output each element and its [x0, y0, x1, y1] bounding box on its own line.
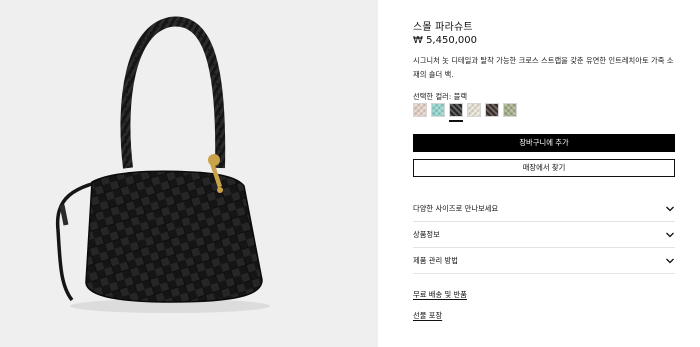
gift-wrap-link[interactable]: 선물 포장: [413, 311, 442, 321]
accordion-label: 제품 관리 방법: [413, 255, 458, 265]
swatch-mint[interactable]: [431, 103, 445, 117]
color-swatches: [413, 103, 675, 123]
accordion-label: 상품정보: [413, 229, 440, 239]
selected-color-label: 선택한 컬러: 블랙: [413, 92, 468, 101]
accordion-care[interactable]: 제품 관리 방법: [413, 248, 675, 274]
accordion-sizes[interactable]: 다양한 사이즈로 만나보세요: [413, 196, 675, 222]
add-to-cart-button[interactable]: 장바구니에 추가: [413, 134, 675, 152]
swatch-olive[interactable]: [503, 103, 517, 117]
chevron-down-icon: [665, 256, 675, 266]
swatch-pink-beige[interactable]: [413, 103, 427, 117]
chevron-down-icon: [665, 230, 675, 240]
swatch-dark-brown[interactable]: [485, 103, 499, 117]
find-in-store-button[interactable]: 매장에서 찾기: [413, 159, 675, 177]
swatch-black[interactable]: [449, 103, 463, 117]
info-accordion: 다양한 사이즈로 만나보세요 상품정보 제품 관리 방법: [413, 196, 675, 274]
product-image[interactable]: [0, 0, 378, 347]
product-description: 시그니처 놋 디테일과 탈착 가능한 크로스 스트랩을 갖춘 유연한 인트레치아…: [413, 56, 674, 79]
swatch-cream[interactable]: [467, 103, 481, 117]
chevron-down-icon: [665, 204, 675, 214]
shipping-returns-link[interactable]: 무료 배송 및 반품: [413, 290, 467, 300]
product-price: ₩ 5,450,000: [413, 35, 477, 46]
accordion-label: 다양한 사이즈로 만나보세요: [413, 203, 499, 213]
accordion-product-info[interactable]: 상품정보: [413, 222, 675, 248]
selected-swatch-indicator: [449, 120, 463, 122]
product-title: 스몰 파라슈트: [413, 22, 473, 33]
bag-illustration: [55, 16, 270, 313]
